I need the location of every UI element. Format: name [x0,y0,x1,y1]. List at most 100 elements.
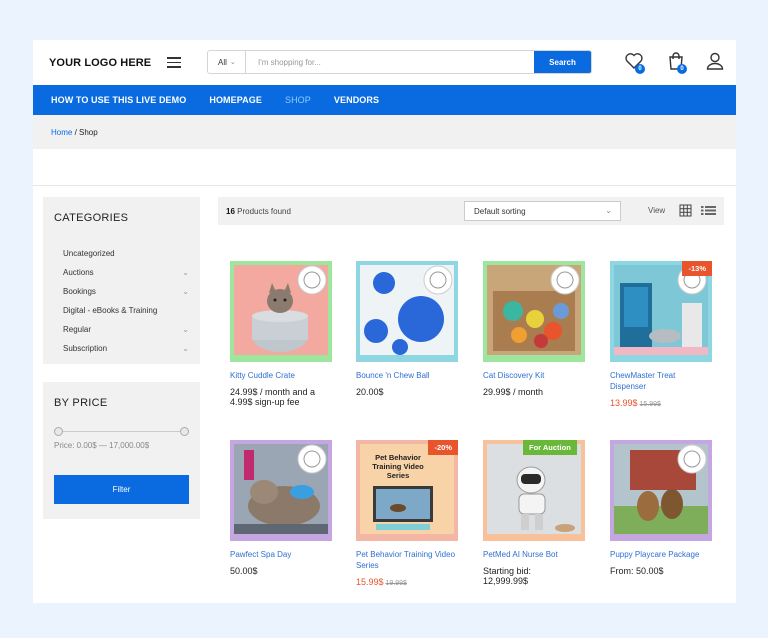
price-range-slider[interactable] [54,427,189,437]
product-image[interactable]: -13% [610,261,712,362]
cart-button[interactable]: 0 [666,51,687,74]
product-card[interactable]: Cat Discovery Kit 29.99$ / month [483,261,586,397]
category-item-uncategorized[interactable]: Uncategorized [54,244,189,263]
slider-track [58,431,185,432]
spa-day-image [230,440,332,541]
product-price: 24.99$ / month and a 4.99$ sign-up fee [230,387,316,407]
sort-select[interactable]: Default sorting ⌄ [464,201,621,221]
chevron-down-icon[interactable]: ⌄ [182,268,189,277]
category-label: Digital - eBooks & Training [63,306,158,315]
chevron-down-icon[interactable]: ⌄ [182,325,189,334]
view-label: View [648,206,666,215]
product-image[interactable] [356,261,458,362]
menu-icon[interactable] [167,57,181,68]
list-view-icon[interactable] [701,204,716,217]
divider [33,185,736,186]
product-card[interactable]: -13% ChewMaster Treat Dispenser 13.99$ 15… [610,261,713,410]
product-card[interactable]: Pet Behavior Training Video Series -20% … [356,440,459,589]
page: YOUR LOGO HERE All ⌄ Search 0 0 HOW TO U… [33,40,736,603]
search-button[interactable]: Search [534,51,591,73]
product-image[interactable] [483,261,585,362]
breadcrumb-separator: / [72,127,80,137]
product-card[interactable]: Bounce 'n Chew Ball 20.00$ [356,261,459,397]
filter-button[interactable]: Filter [54,475,189,504]
product-image[interactable] [230,261,332,362]
slider-max-handle[interactable] [180,427,189,436]
thumb-title: Pet Behavior Training Video Series [372,453,424,480]
regular-price: 15.99$ [639,401,661,408]
wishlist-count-badge: 0 [635,64,645,74]
product-card[interactable]: Puppy Playcare Package From: 50.00$ [610,440,713,576]
category-label: Auctions [63,268,94,277]
product-name[interactable]: Kitty Cuddle Crate [230,370,333,381]
site-logo[interactable]: YOUR LOGO HERE [49,57,151,69]
auction-badge: For Auction [523,440,577,455]
products-found: 16 Products found [226,207,291,216]
product-price: 20.00$ [356,387,384,397]
product-image[interactable] [230,440,332,541]
product-price: 29.99$ / month [483,387,544,397]
product-image[interactable]: Pet Behavior Training Video Series -20% [356,440,458,541]
chevron-down-icon: ⌄ [605,206,612,215]
search-category-label: All [218,57,227,67]
product-name[interactable]: ChewMaster Treat Dispenser [610,370,713,392]
categories-widget: CATEGORIES Uncategorized Auctions ⌄ Booki… [43,197,200,364]
site-header: YOUR LOGO HERE All ⌄ Search 0 0 [33,40,736,85]
sale-badge: -20% [428,440,458,455]
product-card[interactable]: For Auction PetMed AI Nurse Bot Starting… [483,440,586,586]
category-item-regular[interactable]: Regular ⌄ [54,320,189,339]
price-filter-title: BY PRICE [54,397,108,409]
grid-view-icon[interactable] [679,204,692,217]
chevron-down-icon: ⌄ [229,59,236,66]
wishlist-button[interactable]: 0 [624,51,645,74]
category-label: Subscription [63,344,108,353]
product-name[interactable]: Bounce 'n Chew Ball [356,370,459,381]
product-price: 15.99$ 19.99$ [356,577,459,589]
breadcrumb-home-link[interactable]: Home [51,128,72,137]
shop-toolbar: 16 Products found Default sorting ⌄ View [218,197,724,225]
product-price: 13.99$ 15.99$ [610,398,713,410]
products-count: 16 [226,206,235,216]
treat-dispenser-image [610,261,712,362]
search-input[interactable] [246,51,534,73]
category-item-bookings[interactable]: Bookings ⌄ [54,282,189,301]
breadcrumb: Home / Shop [33,115,736,149]
slider-min-handle[interactable] [54,427,63,436]
product-card[interactable]: Pawfect Spa Day 50.00$ [230,440,333,576]
breadcrumb-current: Shop [79,127,98,137]
sale-price: 15.99$ [356,577,384,587]
product-image[interactable] [610,440,712,541]
product-card[interactable]: Kitty Cuddle Crate 24.99$ / month and a … [230,261,333,407]
product-name[interactable]: Puppy Playcare Package [610,549,713,560]
sale-price: 13.99$ [610,398,638,408]
category-item-auctions[interactable]: Auctions ⌄ [54,263,189,282]
regular-price: 19.99$ [385,580,407,587]
main-nav: HOW TO USE THIS LIVE DEMO HOMEPAGE SHOP … [33,85,736,115]
category-item-subscription[interactable]: Subscription ⌄ [54,339,189,358]
product-name[interactable]: Pet Behavior Training Video Series [356,549,459,571]
product-price: 50.00$ [230,566,258,576]
category-label: Bookings [63,287,96,296]
chevron-down-icon[interactable]: ⌄ [182,344,189,353]
sort-label: Default sorting [474,206,526,216]
discovery-kit-image [483,261,585,362]
cart-count-badge: 0 [677,64,687,74]
nav-item-homepage[interactable]: HOMEPAGE [209,95,262,105]
product-image[interactable]: For Auction [483,440,585,541]
user-icon [706,52,724,70]
products-found-label: Products found [237,206,291,216]
chew-ball-image [356,261,458,362]
product-name[interactable]: Cat Discovery Kit [483,370,586,381]
nav-item-shop[interactable]: SHOP [285,95,311,105]
product-name[interactable]: PetMed AI Nurse Bot [483,549,586,560]
product-price: Starting bid: 12,999.99$ [483,566,532,586]
account-button[interactable] [705,51,725,73]
nav-item-live-demo[interactable]: HOW TO USE THIS LIVE DEMO [51,95,186,105]
cat-crate-image [230,261,332,362]
chevron-down-icon[interactable]: ⌄ [182,287,189,296]
search-category-select[interactable]: All ⌄ [208,51,246,73]
price-filter-widget: BY PRICE Price: 0.00$ — 17,000.00$ Filte… [43,382,200,519]
category-item-digital[interactable]: Digital - eBooks & Training [54,301,189,320]
nav-item-vendors[interactable]: VENDORS [334,95,379,105]
product-name[interactable]: Pawfect Spa Day [230,549,333,560]
